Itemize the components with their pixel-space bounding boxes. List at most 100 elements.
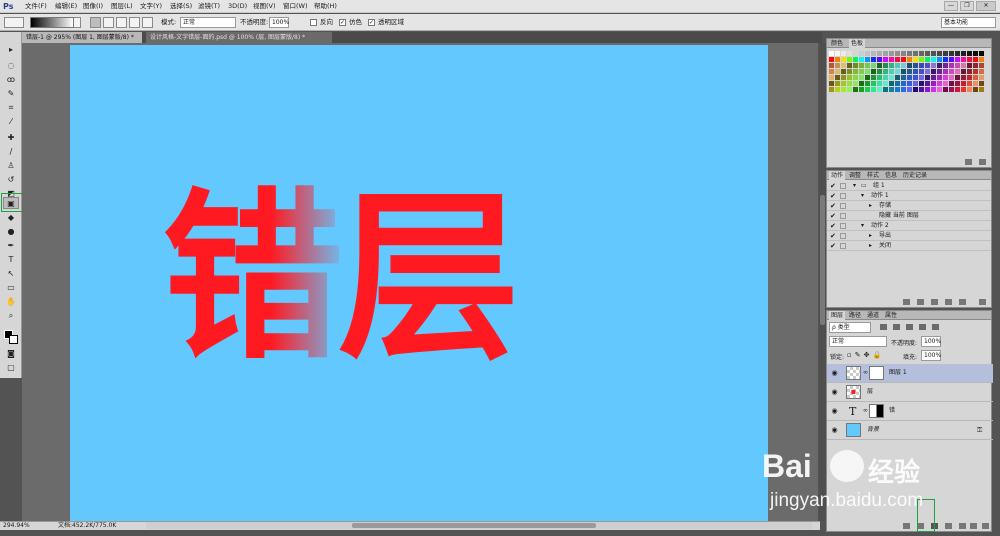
color-swatch[interactable] [895,87,900,92]
color-swatch[interactable] [901,57,906,62]
color-swatch[interactable] [943,69,948,74]
opacity-input[interactable]: 100% [269,17,289,28]
color-swatch[interactable] [901,81,906,86]
color-swatch[interactable] [847,69,852,74]
menu-edit[interactable]: 编辑(E) [55,2,77,11]
tab-swatches[interactable]: 色板 [849,39,866,48]
color-swatch[interactable] [967,57,972,62]
tab-color[interactable]: 颜色 [829,39,845,48]
color-swatch[interactable] [835,57,840,62]
quick-select-tool-icon[interactable]: ✎ [3,88,19,100]
color-swatch[interactable] [943,57,948,62]
document-canvas[interactable]: 错 层 [70,45,768,521]
color-swatch[interactable] [829,57,834,62]
color-swatch[interactable] [841,75,846,80]
chevron-right-icon[interactable]: ▸ [869,241,872,251]
color-swatch[interactable] [961,69,966,74]
dialog-toggle[interactable] [840,183,846,189]
color-swatch[interactable] [913,87,918,92]
shape-tool-icon[interactable]: ▭ [3,282,19,294]
color-swatch[interactable] [877,87,882,92]
dialog-toggle[interactable] [840,193,846,199]
color-swatch[interactable] [847,81,852,86]
color-swatch[interactable] [961,51,966,56]
background-color-swatch[interactable] [9,335,18,344]
quick-mask-icon[interactable]: ◙ [3,348,19,360]
color-swatch[interactable] [979,81,984,86]
fill-input[interactable]: 100% [921,350,941,361]
color-swatch[interactable] [889,75,894,80]
color-swatch[interactable] [829,75,834,80]
menu-type[interactable]: 文字(Y) [140,2,162,11]
color-swatch[interactable] [829,63,834,68]
color-swatch[interactable] [937,51,942,56]
color-swatch[interactable] [919,75,924,80]
color-swatch[interactable] [955,81,960,86]
dialog-toggle[interactable] [840,203,846,209]
color-swatch[interactable] [979,69,984,74]
color-swatch[interactable] [925,81,930,86]
color-swatch[interactable] [949,57,954,62]
color-swatch[interactable] [865,57,870,62]
color-swatch[interactable] [847,63,852,68]
color-swatch[interactable] [895,63,900,68]
tab-properties[interactable]: 属性 [883,311,899,320]
action-row[interactable]: ✔ ▾ 动作 2 [827,221,991,231]
color-swatch[interactable] [949,81,954,86]
color-swatch[interactable] [943,51,948,56]
color-swatch[interactable] [955,51,960,56]
color-swatch[interactable] [847,57,852,62]
color-swatch[interactable] [967,51,972,56]
linear-gradient-button[interactable] [90,17,101,28]
color-swatch[interactable] [835,81,840,86]
color-swatch[interactable] [901,69,906,74]
color-swatch[interactable] [925,75,930,80]
color-swatch[interactable] [877,57,882,62]
color-swatch[interactable] [859,51,864,56]
dither-checkbox[interactable]: ✓ [339,19,346,26]
color-swatch[interactable] [859,75,864,80]
color-swatch[interactable] [835,63,840,68]
color-swatch[interactable] [865,87,870,92]
tab-info[interactable]: 信息 [883,171,899,180]
lock-icons[interactable]: ▫✎✥🔒 [847,351,884,359]
color-swatch[interactable] [853,87,858,92]
color-swatch[interactable] [931,57,936,62]
color-swatch[interactable] [847,87,852,92]
screen-mode-icon[interactable]: ▢ [3,362,19,374]
mask-thumbnail[interactable] [869,366,884,380]
check-icon[interactable]: ✔ [830,191,838,201]
close-button[interactable]: ✕ [976,1,996,11]
dialog-toggle[interactable] [840,243,846,249]
color-swatch[interactable] [859,87,864,92]
color-swatch[interactable] [967,81,972,86]
color-swatch[interactable] [949,69,954,74]
color-swatch[interactable] [889,57,894,62]
tab-channels[interactable]: 通道 [865,311,881,320]
color-swatch[interactable] [913,75,918,80]
color-swatch[interactable] [841,69,846,74]
link-icon[interactable]: ∞ [863,369,868,376]
layer-kind-filter[interactable]: ρ 类型 [829,322,871,333]
color-swatch[interactable] [895,57,900,62]
color-swatch[interactable] [943,63,948,68]
color-swatch[interactable] [877,69,882,74]
color-swatch[interactable] [877,51,882,56]
color-swatch[interactable] [853,69,858,74]
eye-icon[interactable]: ◉ [830,388,839,397]
color-swatch[interactable] [943,81,948,86]
menu-help[interactable]: 帮助(H) [314,2,337,11]
tab-styles[interactable]: 样式 [865,171,881,180]
new-swatch-icon[interactable] [965,159,972,165]
zoom-tool-icon[interactable]: ⌕ [3,310,19,322]
color-swatch[interactable] [961,87,966,92]
tab-document-1[interactable]: 错层-1 @ 295% (图层 1, 图层蒙版/8) * [22,32,142,43]
color-swatch[interactable] [949,87,954,92]
color-swatch[interactable] [925,51,930,56]
color-swatch[interactable] [913,57,918,62]
brush-tool-icon[interactable]: ∕ [3,146,19,158]
color-swatch[interactable] [955,57,960,62]
color-swatch[interactable] [961,75,966,80]
color-swatch[interactable] [937,87,942,92]
action-row[interactable]: ✔ ▾ 动作 1 [827,191,991,201]
